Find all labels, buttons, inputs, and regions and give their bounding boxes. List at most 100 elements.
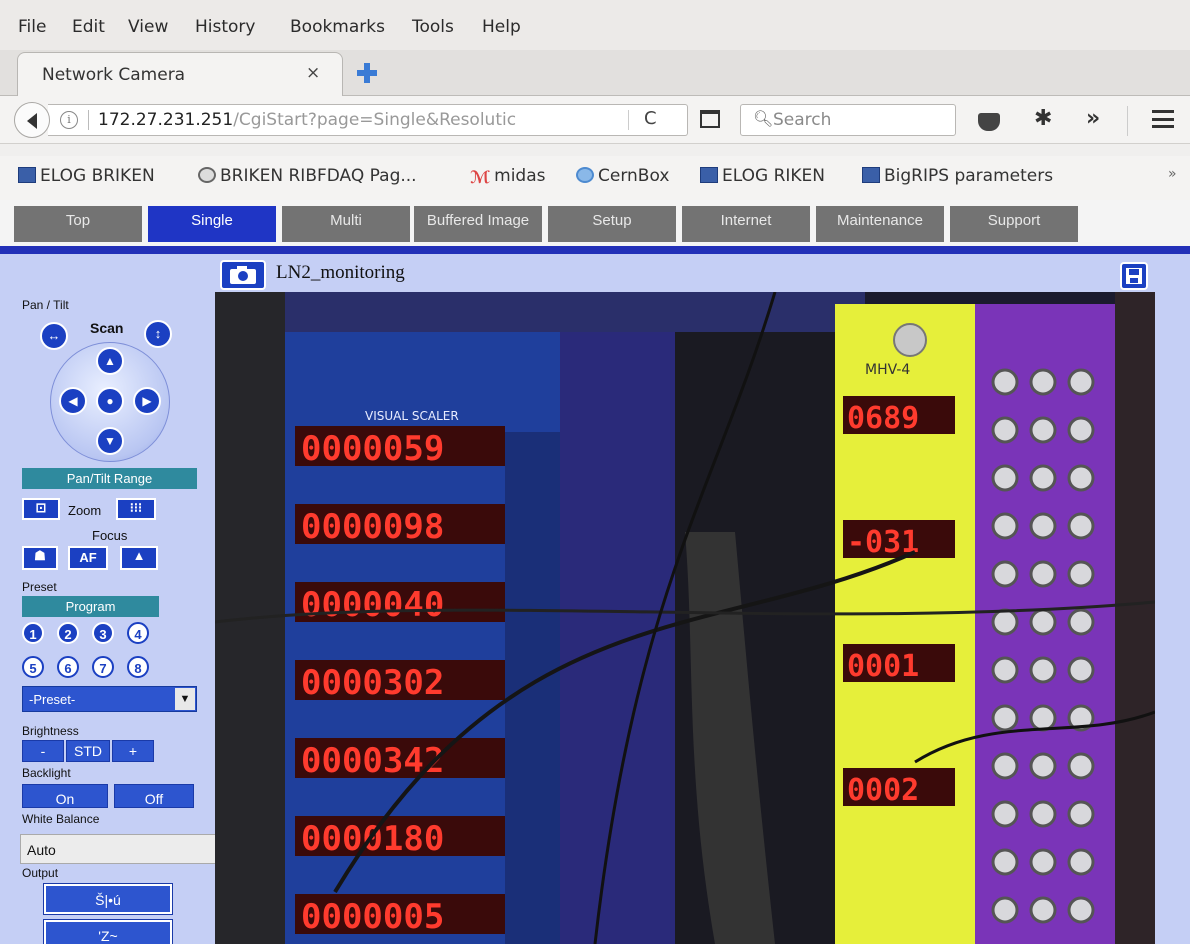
bookmark-bigrips[interactable]: BigRIPS parameters [862,166,1053,186]
elog-icon [862,167,880,183]
tab-single[interactable]: Single [148,206,276,242]
zoom-out-icon[interactable]: ⊡ [22,498,60,520]
focus-af-button[interactable]: AF [68,546,108,570]
output-snapshot-button[interactable]: Š|•ú [43,883,173,915]
backlight-on-button[interactable]: On [22,784,108,808]
save-icon[interactable] [1120,262,1148,290]
search-placeholder: Search [773,110,832,130]
preset-4-button[interactable]: 4 [127,622,149,644]
bookmarks-overflow-icon[interactable]: » [1168,166,1177,182]
preset-2-button[interactable]: 2 [57,622,79,644]
bookmark-label: BigRIPS parameters [884,166,1054,186]
menu-view[interactable]: View [128,17,168,37]
preset-7-button[interactable]: 7 [92,656,114,678]
bookmark-briken-ribfdaq[interactable]: BRIKEN RIBFDAQ Pag... [198,166,417,186]
bnc-connector [991,704,1019,732]
tilt-down-icon[interactable]: ▼ [96,427,124,455]
brightness-minus-button[interactable]: - [22,740,64,762]
tab-multi[interactable]: Multi [282,206,410,242]
camera-live-view[interactable]: VISUAL SCALER 0000059 0000098 0000040 00003… [215,292,1155,944]
home-icon[interactable]: ● [96,387,124,415]
backlight-off-button[interactable]: Off [114,784,194,808]
preset-5-button[interactable]: 5 [22,656,44,678]
tab-support[interactable]: Support [950,206,1078,242]
bookmark-elog-riken[interactable]: ELOG RIKEN [700,166,825,186]
tab-network-camera[interactable]: Network Camera × [17,52,343,96]
zoom-in-icon[interactable]: ⁝⁝⁝ [116,498,156,520]
tab-maintenance[interactable]: Maintenance [816,206,944,242]
hamburger-menu-icon[interactable] [1152,110,1174,128]
program-button[interactable]: Program [22,596,159,617]
brightness-std-button[interactable]: STD [66,740,110,762]
elog-icon [700,167,718,183]
scaler-display-value: 0000059 [301,429,444,469]
overflow-icon[interactable]: » [1086,106,1100,131]
output-record-button[interactable]: 'Z~ [43,919,173,944]
search-input[interactable]: 🔍︎ Search [740,104,956,136]
menu-tools[interactable]: Tools [412,17,454,37]
brightness-plus-button[interactable]: + [112,740,154,762]
tilt-up-icon[interactable]: ▲ [96,347,124,375]
white-balance-select[interactable]: Auto [20,834,220,864]
pan-right-icon[interactable]: ▶ [133,387,161,415]
bnc-connector [1067,752,1095,780]
tab-top[interactable]: Top [14,206,142,242]
zoom-label: Zoom [68,503,102,518]
bookmark-elog-briken[interactable]: ELOG BRIKEN [18,166,155,186]
preset-8-button[interactable]: 8 [127,656,149,678]
new-tab-icon[interactable] [354,60,380,86]
focus-far-icon[interactable]: ▲ [120,546,158,570]
hv-module-label: MHV-4 [865,362,910,378]
camera-glyph [230,266,256,284]
url-path: /CgiStart?page=Single&Resolutic [233,110,517,130]
bookmark-cernbox[interactable]: CernBox [576,166,669,186]
tab-setup[interactable]: Setup [548,206,676,242]
window-icon[interactable] [700,110,720,128]
menu-help[interactable]: Help [482,17,521,37]
tab-buffered-image[interactable]: Buffered Image [414,206,542,242]
url-text[interactable]: 172.27.231.251/CgiStart?page=Single&Reso… [98,110,516,130]
scaler-label: VISUAL SCALER [365,409,459,423]
cernbox-icon [576,167,594,183]
search-icon: 🔍︎ [753,109,774,128]
back-button[interactable] [14,102,50,138]
bnc-connector [1029,464,1057,492]
url-bar[interactable]: i 172.27.231.251/CgiStart?page=Single&Re… [48,104,688,136]
pocket-icon[interactable] [978,113,1000,131]
pan-left-icon[interactable]: ◀ [59,387,87,415]
scaler-display-value: 0000180 [301,819,444,859]
top-panel [285,292,865,332]
menu-bookmarks[interactable]: Bookmarks [290,17,385,37]
pan-tilt-range-button[interactable]: Pan/Tilt Range [22,468,197,489]
scan-horizontal-icon[interactable]: ↔ [40,322,68,350]
preset-3-button[interactable]: 3 [92,622,114,644]
reload-icon[interactable]: C [644,108,657,129]
bookmark-midas[interactable]: ℳmidas [470,166,546,188]
bookmark-label: ELOG BRIKEN [40,166,155,186]
preset-1-button[interactable]: 1 [22,622,44,644]
preset-select[interactable]: -Preset- ▼ [22,686,197,712]
bnc-connector [991,560,1019,588]
bnc-connector [1067,464,1095,492]
tab-internet[interactable]: Internet [682,206,810,242]
menu-history[interactable]: History [195,17,255,37]
tab-close-icon[interactable]: × [306,63,320,83]
camera-icon[interactable] [220,260,266,290]
focus-label: Focus [92,528,128,543]
bnc-connector [1029,512,1057,540]
gear-icon[interactable]: ✱ [1034,106,1052,131]
tab-strip: Network Camera × [0,50,1190,96]
bnc-connector [991,752,1019,780]
menu-file[interactable]: File [18,17,46,37]
menu-edit[interactable]: Edit [72,17,105,37]
bnc-connector [1067,608,1095,636]
preset-6-button[interactable]: 6 [57,656,79,678]
bnc-connector [1029,608,1057,636]
info-icon[interactable]: i [60,111,78,129]
bnc-connector [991,656,1019,684]
hv-knob [893,323,927,357]
bookmark-label: BRIKEN RIBFDAQ Pag... [220,166,417,186]
bnc-connector [1067,416,1095,444]
scan-vertical-icon[interactable]: ↕ [144,320,172,348]
focus-near-icon[interactable]: ☗ [22,546,58,570]
